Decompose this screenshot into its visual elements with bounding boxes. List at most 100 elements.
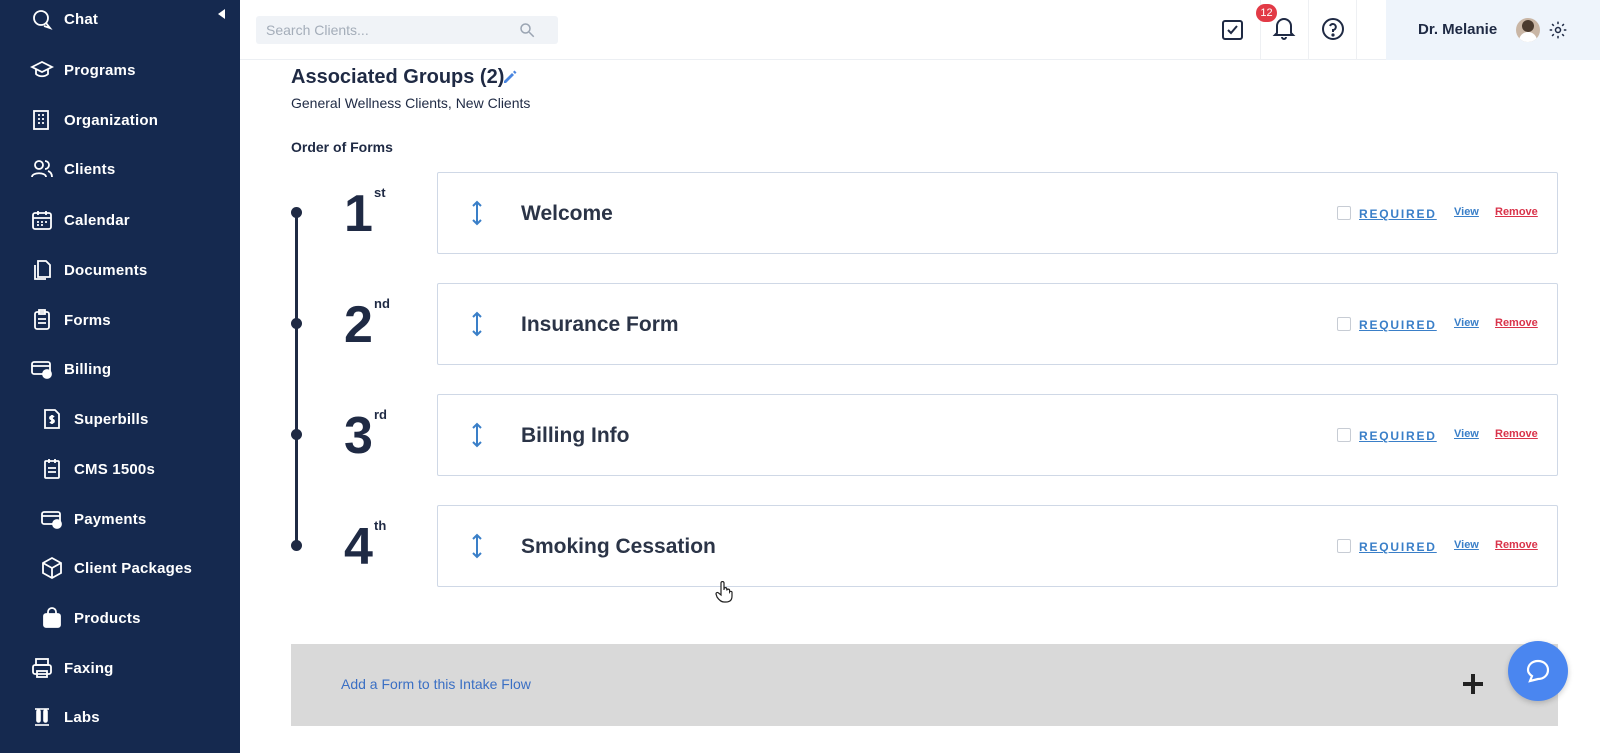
avatar[interactable] — [1516, 18, 1540, 42]
add-form-bar[interactable]: Add a Form to this Intake Flow — [291, 644, 1558, 726]
step-suffix: th — [374, 518, 387, 533]
sidebar-item-chat[interactable]: Chat — [0, 0, 240, 39]
view-link[interactable]: View — [1454, 539, 1479, 551]
building-icon — [30, 108, 54, 132]
sidebar-item-label: Products — [74, 609, 141, 627]
sidebar-item-label: Labs — [64, 708, 100, 726]
required-checkbox[interactable] — [1337, 539, 1351, 553]
plus-icon[interactable] — [1461, 672, 1485, 696]
remove-link[interactable]: Remove — [1495, 539, 1538, 551]
sidebar-item-clients[interactable]: Clients — [0, 149, 240, 189]
chat-bubble-icon — [1526, 659, 1550, 683]
user-menu[interactable]: Dr. Melanie — [1386, 0, 1600, 60]
clipboard-icon — [30, 308, 54, 332]
step-number: 2 — [344, 296, 373, 354]
required-checkbox[interactable] — [1337, 428, 1351, 442]
chat-icon — [30, 7, 54, 31]
step-suffix: st — [374, 185, 386, 200]
timeline-dot — [291, 429, 302, 440]
form-name: Billing Info — [521, 424, 630, 447]
billing-icon — [30, 357, 54, 381]
add-form-label[interactable]: Add a Form to this Intake Flow — [341, 676, 531, 692]
sidebar-item-label: Forms — [64, 311, 111, 329]
sidebar-item-forms[interactable]: Forms — [0, 300, 240, 340]
order-of-forms-label: Order of Forms — [291, 139, 393, 155]
divider — [1308, 0, 1309, 60]
timeline-dot — [291, 318, 302, 329]
timeline-line — [295, 213, 298, 546]
search-icon[interactable] — [518, 21, 536, 39]
remove-link[interactable]: Remove — [1495, 206, 1538, 218]
sidebar-item-label: Billing — [64, 360, 112, 378]
required-label[interactable]: REQUIRED — [1359, 318, 1437, 332]
form-name: Insurance Form — [521, 313, 679, 336]
drag-handle-icon[interactable] — [470, 199, 484, 227]
test-tubes-icon — [30, 705, 54, 729]
timeline-dot — [291, 207, 302, 218]
step-suffix: rd — [374, 407, 387, 422]
sidebar-item-label: Chat — [64, 10, 99, 28]
search-input[interactable] — [256, 16, 516, 44]
pencil-icon[interactable] — [502, 69, 518, 85]
remove-link[interactable]: Remove — [1495, 317, 1538, 329]
sidebar-item-label: Calendar — [64, 211, 130, 229]
step-number: 1 — [344, 185, 373, 243]
sidebar-item-calendar[interactable]: Calendar — [0, 200, 240, 240]
payments-icon — [40, 507, 64, 531]
remove-link[interactable]: Remove — [1495, 428, 1538, 440]
form-name: Welcome — [521, 202, 613, 225]
view-link[interactable]: View — [1454, 428, 1479, 440]
sidebar-item-label: Programs — [64, 61, 136, 79]
step-suffix: nd — [374, 296, 390, 311]
sidebar-item-superbills[interactable]: Superbills — [0, 399, 240, 439]
sidebar-item-label: Superbills — [74, 410, 149, 428]
sidebar-item-billing[interactable]: Billing — [0, 349, 240, 389]
top-bar: 12 Dr. Melanie — [240, 0, 1600, 60]
sidebar-item-products[interactable]: Products — [0, 598, 240, 638]
sidebar-item-faxing[interactable]: Faxing — [0, 648, 240, 688]
drag-handle-icon[interactable] — [470, 532, 484, 560]
chat-support-button[interactable] — [1508, 641, 1568, 701]
associated-groups-list: General Wellness Clients, New Clients — [291, 95, 531, 111]
step-number: 4 — [344, 518, 373, 576]
sidebar-item-programs[interactable]: Programs — [0, 50, 240, 90]
drag-handle-icon[interactable] — [470, 421, 484, 449]
help-icon[interactable] — [1320, 16, 1346, 42]
fax-icon — [30, 656, 54, 680]
form-name: Smoking Cessation — [521, 535, 716, 558]
sidebar-item-cms-1500s[interactable]: CMS 1500s — [0, 449, 240, 489]
step-number: 3 — [344, 407, 373, 465]
sidebar-item-label: Client Packages — [74, 559, 193, 577]
required-label[interactable]: REQUIRED — [1359, 207, 1437, 221]
view-link[interactable]: View — [1454, 317, 1479, 329]
view-link[interactable]: View — [1454, 206, 1479, 218]
sidebar-item-labs[interactable]: Labs — [0, 697, 240, 737]
drag-handle-icon[interactable] — [470, 310, 484, 338]
sidebar-item-payments[interactable]: Payments — [0, 499, 240, 539]
calendar-icon — [30, 208, 54, 232]
sidebar-item-organization[interactable]: Organization — [0, 100, 240, 140]
search-box — [256, 16, 558, 44]
cms-form-icon — [40, 457, 64, 481]
shopping-bag-icon — [40, 606, 64, 630]
gear-icon[interactable] — [1548, 20, 1568, 40]
required-checkbox[interactable] — [1337, 317, 1351, 331]
sidebar-item-label: Documents — [64, 261, 148, 279]
sidebar-item-label: Clients — [64, 160, 116, 178]
graduation-cap-icon — [30, 58, 54, 82]
required-label[interactable]: REQUIRED — [1359, 429, 1437, 443]
form-card: Smoking Cessation REQUIRED View Remove — [437, 505, 1558, 587]
form-card: Insurance Form REQUIRED View Remove — [437, 283, 1558, 365]
user-name: Dr. Melanie — [1418, 21, 1498, 38]
required-checkbox[interactable] — [1337, 206, 1351, 220]
sidebar-item-label: Organization — [64, 111, 159, 129]
users-icon — [30, 157, 54, 181]
bell-icon[interactable] — [1271, 15, 1297, 41]
sidebar-item-label: CMS 1500s — [74, 460, 156, 478]
sidebar-item-client-packages[interactable]: Client Packages — [0, 548, 240, 588]
superbill-icon — [40, 407, 64, 431]
documents-icon — [30, 258, 54, 282]
required-label[interactable]: REQUIRED — [1359, 540, 1437, 554]
tasks-checkbox-icon[interactable] — [1220, 16, 1246, 42]
sidebar-item-documents[interactable]: Documents — [0, 250, 240, 290]
